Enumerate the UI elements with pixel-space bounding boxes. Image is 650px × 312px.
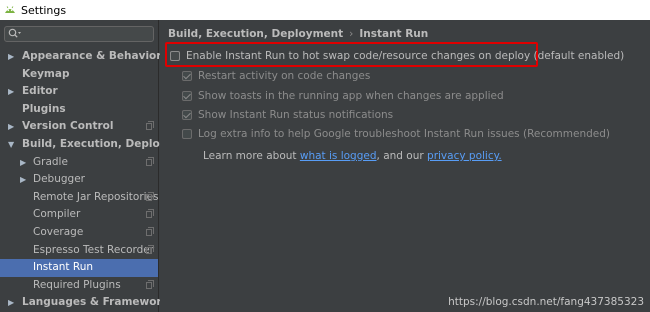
sidebar-item-label: Instant Run [33, 261, 94, 274]
show-toasts-label[interactable]: Show toasts in the running app when chan… [198, 90, 504, 102]
instant-run-panel: Build, Execution, Deployment › Instant Run… [160, 20, 650, 312]
sidebar-item[interactable]: Required Plugins [0, 277, 158, 295]
search-input[interactable] [25, 27, 150, 41]
sidebar-item[interactable]: ▶ Gradle [0, 154, 158, 172]
sidebar-item[interactable]: Keymap [0, 66, 158, 84]
project-settings-icon [146, 244, 154, 254]
sidebar-item-label: Required Plugins [33, 278, 121, 291]
restart-activity-label[interactable]: Restart activity on code changes [198, 70, 370, 82]
learn-more-prefix: Learn more about [203, 150, 300, 162]
project-settings-icon [146, 121, 154, 131]
project-settings-icon [146, 226, 154, 236]
sidebar-item-label: Plugins [22, 102, 66, 115]
sidebar-item[interactable]: ▶ Languages & Frameworks [0, 294, 175, 312]
log-extra-info-option[interactable]: Log extra info to help Google troublesho… [182, 128, 610, 140]
restart-activity-option[interactable]: Restart activity on code changes [182, 70, 370, 82]
android-studio-icon [5, 6, 15, 13]
sidebar-item[interactable]: Instant Run [0, 259, 158, 277]
sidebar-item-label: Compiler [33, 208, 81, 221]
learn-more-text: Learn more about what is logged, and our… [203, 150, 502, 162]
collapsed-arrow-icon[interactable]: ▶ [8, 83, 16, 101]
sidebar-item[interactable]: ▶ Version Control [0, 118, 158, 136]
collapsed-arrow-icon[interactable]: ▶ [8, 48, 16, 66]
show-toasts-checkbox[interactable] [182, 91, 192, 101]
status-notifications-checkbox[interactable] [182, 110, 192, 120]
watermark: https://blog.csdn.net/fang437385323 [448, 296, 644, 308]
status-notifications-option[interactable]: Show Instant Run status notifications [182, 109, 393, 121]
sidebar-item[interactable]: Coverage [0, 224, 158, 242]
sidebar-item[interactable]: Espresso Test Recorder [0, 242, 158, 260]
log-extra-info-label[interactable]: Log extra info to help Google troublesho… [198, 128, 610, 140]
what-is-logged-link[interactable]: what is logged [300, 150, 377, 162]
enable-instant-run-option[interactable]: Enable Instant Run to hot swap code/reso… [170, 50, 624, 62]
settings-sidebar: ▶ Appearance & Behavior Keymap ▶ Editor Plugi… [0, 20, 197, 312]
project-settings-icon [146, 209, 154, 219]
search-icon[interactable] [8, 28, 22, 40]
project-settings-icon [146, 191, 154, 201]
window-title: Settings [21, 3, 67, 17]
sidebar-item[interactable]: ▶ Editor [0, 83, 158, 101]
sidebar-item-label: Version Control [22, 120, 114, 133]
log-extra-info-checkbox[interactable] [182, 129, 192, 139]
sidebar-item-label: Languages & Frameworks [22, 296, 175, 309]
sidebar-item-label: Appearance & Behavior [22, 50, 162, 62]
sidebar-item-label: Debugger [33, 173, 85, 186]
project-settings-icon [146, 156, 154, 166]
search-box[interactable] [4, 26, 154, 42]
title-bar: Settings [0, 0, 650, 20]
collapsed-arrow-icon[interactable]: ▶ [20, 154, 28, 172]
breadcrumb-separator: › [349, 28, 354, 40]
learn-more-middle: , and our [376, 150, 428, 162]
sidebar-item-label: Espresso Test Recorder [33, 243, 155, 256]
sidebar-item[interactable]: Plugins [0, 101, 158, 119]
sidebar-item-label: Remote Jar Repositories [33, 190, 159, 203]
sidebar-item[interactable]: ▶ Appearance & Behavior [0, 48, 162, 66]
breadcrumb: Build, Execution, Deployment › Instant Run [168, 28, 428, 40]
breadcrumb-current: Instant Run [359, 28, 429, 40]
sidebar-item[interactable]: Compiler [0, 206, 158, 224]
status-notifications-label[interactable]: Show Instant Run status notifications [198, 109, 393, 121]
settings-tree: ▶ Appearance & Behavior Keymap ▶ Editor Plugi… [0, 48, 197, 312]
sidebar-item-label: Editor [22, 85, 58, 98]
sidebar-item[interactable]: ▶ Debugger [0, 171, 158, 189]
sidebar-item[interactable]: ▼ Build, Execution, Deployment [0, 136, 197, 154]
collapsed-arrow-icon[interactable]: ▶ [8, 294, 16, 312]
enable-instant-run-checkbox[interactable] [170, 51, 180, 61]
breadcrumb-parent: Build, Execution, Deployment [168, 28, 344, 40]
collapsed-arrow-icon[interactable]: ▶ [20, 171, 28, 189]
sidebar-item-label: Coverage [33, 225, 84, 238]
project-settings-icon [146, 279, 154, 289]
sidebar-item-label: Keymap [22, 67, 70, 80]
sidebar-item-label: Gradle [33, 155, 68, 168]
show-toasts-option[interactable]: Show toasts in the running app when chan… [182, 90, 504, 102]
privacy-policy-link[interactable]: privacy policy. [427, 150, 502, 162]
sidebar-item[interactable]: Remote Jar Repositories [0, 189, 159, 207]
enable-instant-run-label[interactable]: Enable Instant Run to hot swap code/reso… [186, 50, 624, 62]
restart-activity-checkbox[interactable] [182, 71, 192, 81]
expanded-arrow-icon[interactable]: ▼ [8, 136, 16, 154]
collapsed-arrow-icon[interactable]: ▶ [8, 118, 16, 136]
